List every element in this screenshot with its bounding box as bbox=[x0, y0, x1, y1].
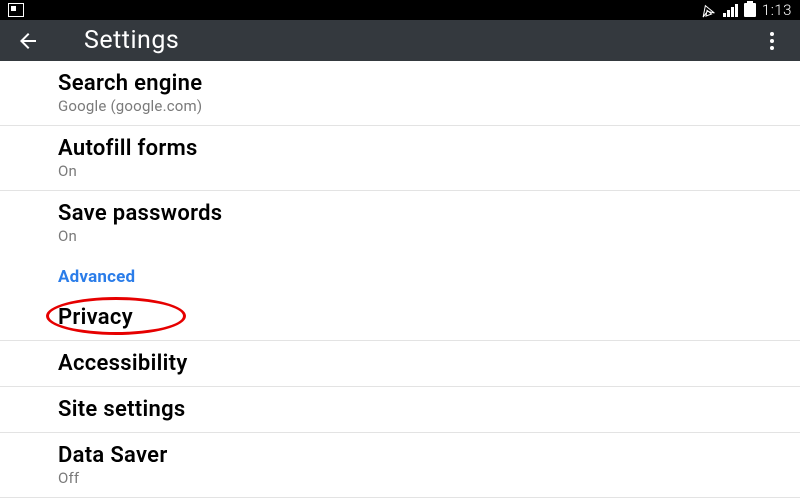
item-title: Privacy bbox=[58, 305, 784, 330]
item-title: Accessibility bbox=[58, 351, 784, 376]
status-right: 1:13 bbox=[699, 1, 792, 19]
item-title: Site settings bbox=[58, 397, 784, 422]
item-title: Save passwords bbox=[58, 201, 784, 226]
page-title: Settings bbox=[84, 26, 179, 55]
battery-icon bbox=[744, 3, 756, 17]
status-time: 1:13 bbox=[762, 1, 792, 19]
settings-item-autofill[interactable]: Autofill forms On bbox=[0, 126, 800, 191]
settings-list: Search engine Google (google.com) Autofi… bbox=[0, 61, 800, 500]
settings-item-search-engine[interactable]: Search engine Google (google.com) bbox=[0, 61, 800, 126]
status-bar: 1:13 bbox=[0, 0, 800, 20]
status-left bbox=[8, 3, 24, 17]
settings-item-privacy[interactable]: Privacy bbox=[0, 295, 800, 341]
settings-item-accessibility[interactable]: Accessibility bbox=[0, 341, 800, 387]
item-subtitle: On bbox=[58, 227, 784, 245]
nfc-icon bbox=[697, 0, 719, 19]
more-vert-icon bbox=[770, 32, 774, 50]
item-title: Data Saver bbox=[58, 443, 784, 468]
back-button[interactable] bbox=[14, 27, 42, 55]
action-bar: Settings bbox=[0, 20, 800, 61]
section-header-advanced: Advanced bbox=[0, 255, 800, 295]
item-title: Autofill forms bbox=[58, 136, 784, 161]
overflow-menu-button[interactable] bbox=[758, 27, 786, 55]
settings-item-site-settings[interactable]: Site settings bbox=[0, 387, 800, 433]
item-title: Search engine bbox=[58, 71, 784, 96]
settings-item-data-saver[interactable]: Data Saver Off bbox=[0, 433, 800, 498]
item-subtitle: On bbox=[58, 162, 784, 180]
signal-icon bbox=[723, 4, 738, 17]
settings-item-save-passwords[interactable]: Save passwords On bbox=[0, 191, 800, 255]
arrow-back-icon bbox=[16, 29, 40, 53]
screenshot-icon bbox=[8, 3, 24, 17]
item-subtitle: Google (google.com) bbox=[58, 97, 784, 115]
item-subtitle: Off bbox=[58, 469, 784, 487]
